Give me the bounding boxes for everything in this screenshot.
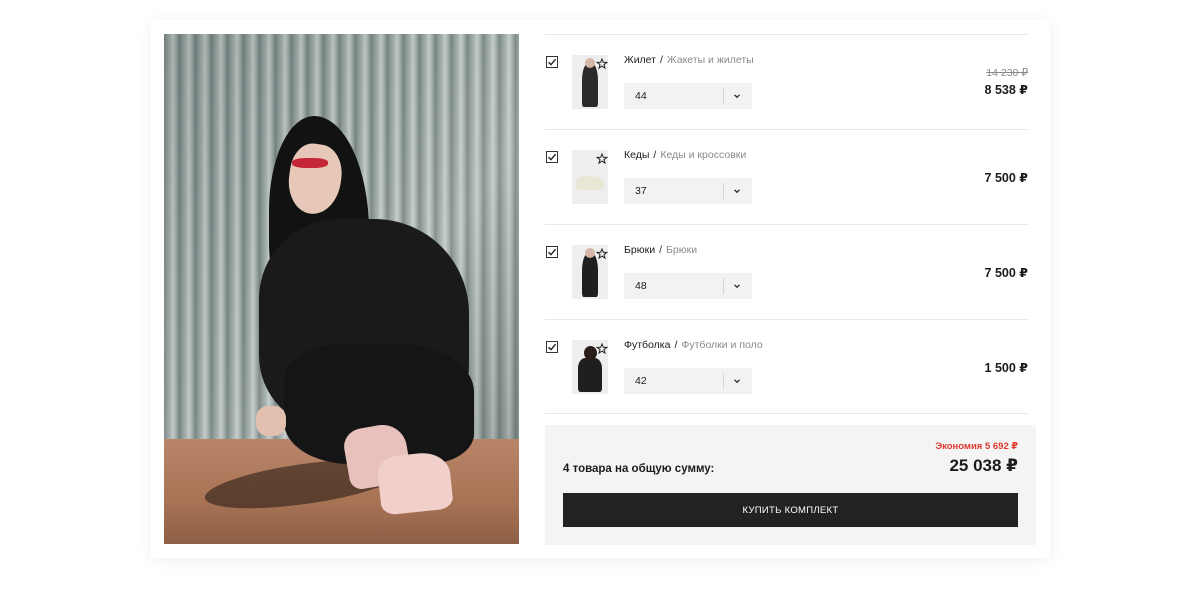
item-checkbox[interactable] — [546, 56, 558, 68]
title-separator: / — [653, 149, 657, 161]
summary-label: 4 товара на общую сумму: — [563, 463, 715, 475]
item-title: Футболка / Футболки и поло — [624, 339, 763, 351]
chevron-down-icon — [734, 189, 740, 194]
chevron-down-icon — [734, 379, 740, 384]
star-icon[interactable] — [596, 248, 608, 260]
summary-total: 25 038 ₽ — [949, 456, 1018, 475]
item-price: 8 538 ₽ — [984, 83, 1028, 97]
size-value: 37 — [635, 185, 647, 197]
item-category[interactable]: Кеды и кроссовки — [660, 149, 746, 161]
checkmark-icon — [548, 248, 557, 256]
model-sneaker-right — [376, 450, 454, 516]
item-title: Брюки / Брюки — [624, 244, 697, 256]
checkmark-icon — [548, 153, 557, 161]
item-price: 1 500 ₽ — [984, 361, 1028, 375]
hero-photo — [164, 34, 519, 544]
checkmark-icon — [548, 343, 557, 351]
item-checkbox[interactable] — [546, 246, 558, 258]
thumb-sneaker — [576, 176, 604, 190]
chevron-down-icon — [734, 284, 740, 289]
star-icon[interactable] — [596, 58, 608, 70]
item-price: 7 500 ₽ — [984, 266, 1028, 280]
model-sunglasses — [292, 158, 328, 168]
item-category[interactable]: Жакеты и жилеты — [667, 54, 754, 66]
model-hand — [256, 406, 286, 436]
thumb-figure — [578, 358, 602, 392]
thumb-head — [585, 248, 595, 258]
item-category[interactable]: Брюки — [666, 244, 697, 256]
select-divider — [723, 278, 724, 294]
item-category[interactable]: Футболки и поло — [681, 339, 762, 351]
title-separator: / — [659, 244, 662, 256]
product-set-card: Жилет / Жакеты и жилеты 44 14 230 ₽ 8 538 … — [151, 20, 1050, 558]
item-checkbox[interactable] — [546, 151, 558, 163]
checkmark-icon — [548, 58, 557, 66]
item-name[interactable]: Кеды — [624, 149, 649, 161]
size-select[interactable]: 37 — [624, 178, 752, 204]
set-summary: Экономия 5 692 ₽ 4 товара на общую сумму… — [545, 425, 1036, 545]
set-item: Футболка / Футболки и поло 42 1 500 ₽ — [545, 319, 1028, 414]
set-item-list: Жилет / Жакеты и жилеты 44 14 230 ₽ 8 538 … — [545, 34, 1028, 414]
item-name[interactable]: Жилет — [624, 54, 656, 66]
size-value: 42 — [635, 375, 647, 387]
chevron-down-icon — [734, 94, 740, 99]
item-title: Жилет / Жакеты и жилеты — [624, 54, 754, 66]
select-divider — [723, 373, 724, 389]
title-separator: / — [660, 54, 663, 66]
item-name[interactable]: Футболка — [624, 339, 670, 351]
select-divider — [723, 183, 724, 199]
item-old-price: 14 230 ₽ — [986, 67, 1028, 79]
title-separator: / — [674, 339, 678, 351]
thumb-head — [585, 58, 595, 68]
item-checkbox[interactable] — [546, 341, 558, 353]
set-item: Кеды / Кеды и кроссовки 37 7 500 ₽ — [545, 129, 1028, 224]
buy-set-button[interactable]: КУПИТЬ КОМПЛЕКТ — [563, 493, 1018, 527]
item-name[interactable]: Брюки — [624, 244, 655, 256]
set-item: Жилет / Жакеты и жилеты 44 14 230 ₽ 8 538 … — [545, 34, 1028, 129]
size-value: 48 — [635, 280, 647, 292]
set-item: Брюки / Брюки 48 7 500 ₽ — [545, 224, 1028, 319]
item-price: 7 500 ₽ — [984, 171, 1028, 185]
economy-label: Экономия 5 692 ₽ — [935, 441, 1018, 452]
star-icon[interactable] — [596, 343, 608, 355]
item-title: Кеды / Кеды и кроссовки — [624, 149, 746, 161]
size-select[interactable]: 48 — [624, 273, 752, 299]
size-value: 44 — [635, 90, 647, 102]
size-select[interactable]: 44 — [624, 83, 752, 109]
star-icon[interactable] — [596, 153, 608, 165]
size-select[interactable]: 42 — [624, 368, 752, 394]
select-divider — [723, 88, 724, 104]
